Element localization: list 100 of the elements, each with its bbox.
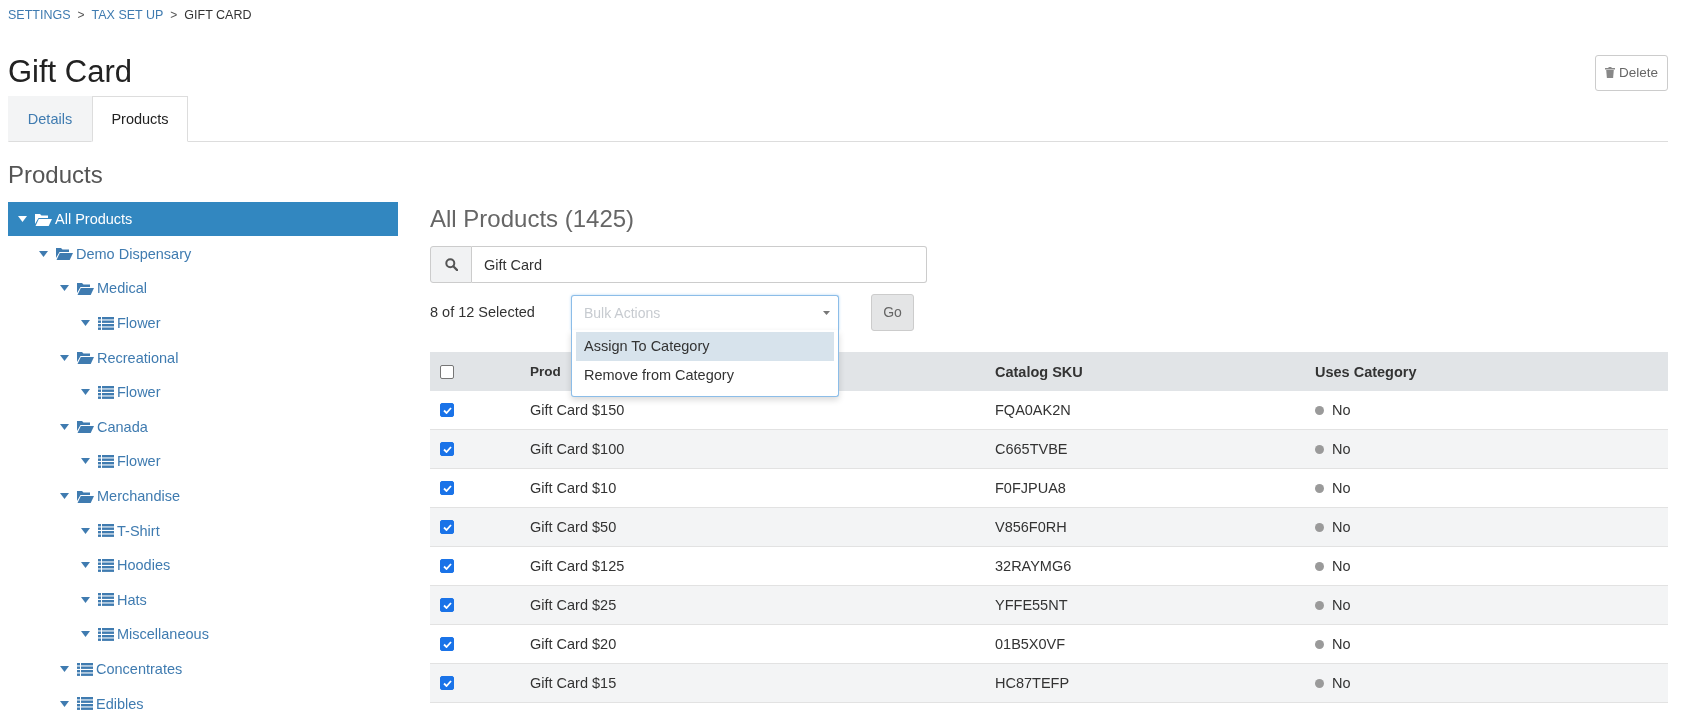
table-cell: No (1332, 597, 1351, 613)
caret-down-icon (81, 562, 90, 569)
list-icon (98, 524, 114, 538)
tree-item[interactable]: All Products (8, 202, 398, 236)
folder-icon (77, 420, 94, 434)
tab[interactable]: Products (92, 96, 188, 142)
caret-down-icon (60, 666, 69, 672)
status-dot (1315, 600, 1324, 610)
tab[interactable]: Details (8, 96, 92, 142)
tree-item[interactable]: Hats (8, 582, 398, 618)
table-cell: No (1332, 441, 1351, 457)
tree-item[interactable]: Recreational (8, 340, 398, 375)
selection-count: 8 of 12 Selected (430, 304, 536, 320)
status-dot (1315, 639, 1324, 649)
folder-icon (77, 282, 94, 295)
row-checkbox[interactable] (440, 559, 454, 573)
table-cell: Gift Card $50 (530, 519, 617, 535)
list-icon (98, 385, 114, 399)
section-title: Products (8, 160, 104, 190)
row-checkbox[interactable] (440, 481, 454, 495)
go-button[interactable]: Go (871, 293, 914, 331)
status-dot (1315, 483, 1324, 493)
list-icon (98, 558, 114, 572)
caret-down-icon (81, 389, 90, 396)
row-checkbox[interactable] (440, 442, 454, 456)
tree-item[interactable]: Flower (8, 444, 398, 479)
row-checkbox[interactable] (440, 598, 454, 612)
table-cell: Gift Card $10 (530, 480, 617, 496)
caret-down-icon (60, 493, 69, 500)
table-cell: No (1332, 636, 1351, 652)
list-icon (77, 662, 93, 676)
list-icon (98, 627, 114, 641)
list-icon (98, 454, 114, 468)
delete-button[interactable]: Delete (1594, 54, 1668, 91)
trash-icon (1604, 67, 1615, 78)
tree-item[interactable]: Concentrates (8, 651, 398, 687)
tree-item[interactable]: Medical (8, 271, 398, 306)
tree-item[interactable]: Canada (8, 409, 398, 445)
folder-icon (35, 212, 52, 226)
breadcrumb-current: GIFT CARD (184, 8, 252, 22)
column-header: Uses Category (1315, 363, 1417, 380)
row-checkbox[interactable] (440, 403, 454, 417)
table-cell: No (1332, 402, 1351, 418)
page-title: Gift Card (8, 54, 133, 90)
search-icon (444, 258, 458, 271)
column-header: Prod (530, 364, 561, 379)
table-cell: Gift Card $150 (530, 402, 625, 418)
menu-option[interactable]: Remove from Category (576, 360, 834, 390)
status-dot (1315, 678, 1324, 688)
caret-down-icon (81, 320, 90, 327)
column-header: Catalog SKU (995, 363, 1083, 380)
status-dot (1315, 444, 1324, 454)
table-cell: V856F0RH (995, 519, 1067, 535)
breadcrumb-separator: > (77, 8, 85, 22)
table-cell: F0FJPUA8 (995, 480, 1066, 496)
breadcrumb-link[interactable]: TAX SET UP (91, 8, 164, 22)
table-cell: 01B5X0VF (995, 636, 1066, 652)
tree-item[interactable]: Merchandise (8, 478, 398, 514)
table-cell: No (1332, 480, 1351, 496)
list-icon (98, 316, 114, 330)
row-checkbox[interactable] (440, 520, 454, 534)
tree-item[interactable]: Edibles (8, 686, 398, 710)
caret-down-icon (39, 250, 48, 257)
tree-item[interactable]: Demo Dispensary (8, 236, 398, 272)
table-cell: No (1332, 675, 1351, 691)
tree-item[interactable]: Flower (8, 374, 398, 410)
table-cell: Gift Card $20 (530, 636, 617, 652)
search-button[interactable] (430, 246, 472, 283)
table-cell: No (1332, 558, 1351, 574)
tree-item[interactable]: Flower (8, 305, 398, 341)
table-cell: FQA0AK2N (995, 402, 1071, 418)
search-field[interactable]: Gift Card (472, 246, 927, 283)
table-cell: 32RAYMG6 (995, 558, 1072, 574)
caret-down-icon (823, 310, 830, 315)
row-checkbox[interactable] (440, 676, 454, 690)
status-dot (1315, 561, 1324, 571)
folder-icon (77, 351, 94, 365)
caret-down-icon (60, 285, 69, 292)
caret-down-icon (60, 700, 69, 707)
list-icon (77, 697, 93, 710)
status-dot (1315, 522, 1324, 532)
list-icon (98, 593, 114, 607)
tree-item[interactable]: Hoodies (8, 547, 398, 583)
select-all-checkbox[interactable] (440, 364, 454, 379)
folder-icon (77, 489, 94, 503)
breadcrumb-link[interactable]: SETTINGS (8, 8, 71, 22)
table-cell: Gift Card $100 (530, 441, 625, 457)
table-cell: Gift Card $25 (530, 597, 617, 613)
table-cell: YFFE55NT (995, 597, 1068, 613)
breadcrumb-separator: > (170, 8, 178, 22)
tree-item[interactable]: T-Shirt (8, 513, 398, 548)
caret-down-icon (60, 423, 69, 430)
caret-down-icon (81, 527, 90, 534)
caret-down-icon (81, 596, 90, 603)
tree-item[interactable]: Miscellaneous (8, 617, 398, 652)
caret-down-icon (81, 458, 90, 465)
table-cell: Gift Card $125 (530, 558, 625, 574)
row-checkbox[interactable] (440, 637, 454, 651)
menu-option[interactable]: Assign To Category (576, 331, 834, 361)
table-cell: C665TVBE (995, 441, 1068, 457)
